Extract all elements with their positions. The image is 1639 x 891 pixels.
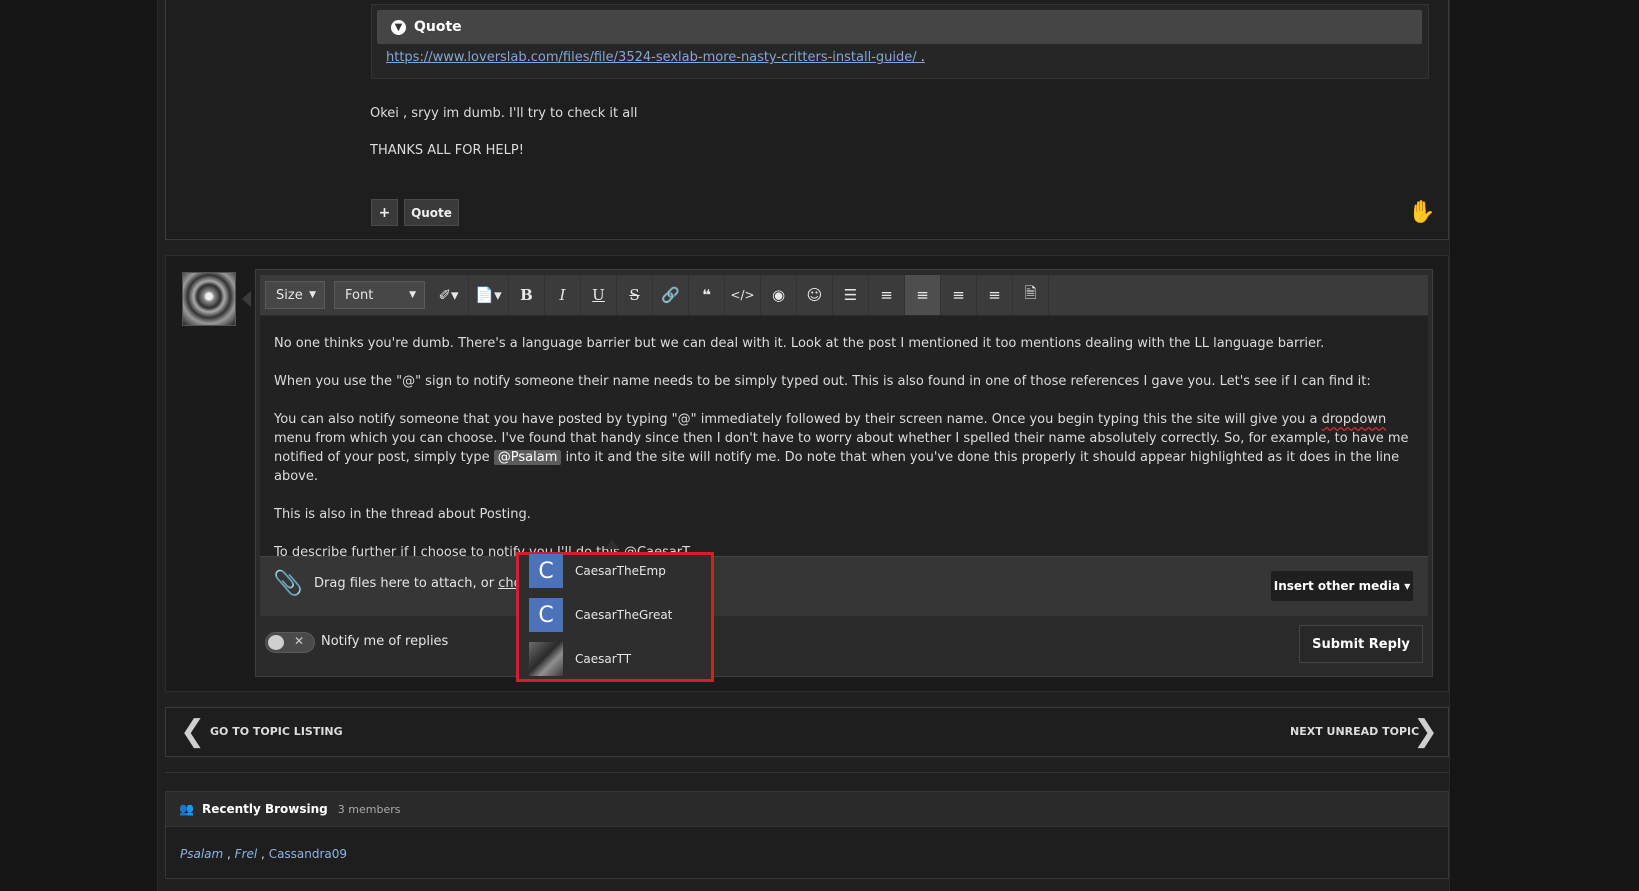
bullet-list-button[interactable]: ☰ — [833, 275, 869, 315]
numbered-list-button[interactable]: ≡ — [869, 275, 905, 315]
avatar-pointer — [242, 291, 251, 307]
post-line-2: THANKS ALL FOR HELP! — [370, 143, 524, 158]
numbered-list-icon: ≡ — [880, 286, 893, 304]
topic-nav — [165, 707, 1449, 757]
multiquote-add-button[interactable]: + — [371, 199, 398, 226]
editor-body[interactable]: No one thinks you're dumb. There's a lan… — [260, 316, 1428, 560]
size-select[interactable]: Size ▼ — [265, 281, 325, 309]
recently-browsing-title: Recently Browsing — [201, 802, 328, 816]
next-unread-topic-link[interactable]: NEXT UNREAD TOPIC — [1290, 725, 1419, 738]
chevron-left-icon[interactable]: ❮ — [180, 714, 205, 749]
attach-prompt: Drag files here to attach, or — [314, 576, 495, 591]
font-select[interactable]: Font ▼ — [334, 281, 425, 309]
user-link-psalam[interactable]: Psalam — [180, 847, 223, 861]
spellcheck-word: dropdown — [1321, 412, 1387, 427]
quote-header[interactable]: ▼ Quote — [377, 10, 1422, 44]
avatar: C — [529, 598, 563, 632]
insert-media-button[interactable]: Insert other media ▾ — [1271, 571, 1413, 601]
size-select-label: Size — [276, 287, 303, 303]
quote-link-line: https://www.loverslab.com/files/file/352… — [386, 50, 925, 65]
eye-icon: ◉ — [771, 286, 786, 304]
editor-toolbar: Size ▼ Font ▼ ✐▾ 📄▾ B I U S 🔗 ❝ </> ◉ ☺ … — [260, 275, 1428, 315]
guide-link[interactable]: https://www.loverslab.com/files/file/352… — [386, 50, 917, 65]
quote-tool-button[interactable]: ❝ — [689, 275, 725, 315]
align-right-icon: ≡ — [988, 286, 1001, 304]
toggle-knob — [268, 635, 284, 650]
recently-browsing-body — [165, 827, 1449, 879]
editor-paragraph-1: No one thinks you're dumb. There's a lan… — [274, 336, 1325, 351]
mention-option[interactable]: CaesarTT — [529, 641, 704, 677]
close-icon: ✕ — [294, 634, 305, 648]
avatar: C — [529, 554, 563, 588]
thumbs-up-icon[interactable]: ✋ — [1408, 200, 1435, 225]
mention-option[interactable]: C CaesarTheGreat — [529, 597, 704, 633]
quote-button[interactable]: Quote — [404, 199, 459, 226]
code-button[interactable]: </> — [725, 275, 761, 315]
paperclip-icon: 📎 — [273, 569, 303, 597]
post-line-1: Okei , sryy im dumb. I'll try to check i… — [370, 106, 638, 121]
emoji-button[interactable]: ☺ — [797, 275, 833, 315]
mention-option-name: CaesarTheGreat — [575, 608, 673, 622]
user-link-cassandra09[interactable]: Cassandra09 — [269, 847, 347, 861]
italic-button[interactable]: I — [545, 275, 581, 315]
font-select-label: Font — [345, 287, 374, 303]
mention-option-name: CaesarTheEmp — [575, 564, 666, 578]
align-left-icon: ≡ — [916, 286, 929, 304]
align-center-icon: ≡ — [952, 286, 965, 304]
users-icon: 👥 — [179, 802, 194, 816]
brush-icon: ✐▾ — [438, 286, 459, 304]
link-trail: . — [916, 50, 925, 65]
mention-option-name: CaesarTT — [575, 652, 632, 666]
text-color-button[interactable]: ✐▾ — [429, 275, 469, 315]
editor-paragraph-3: You can also notify someone that you hav… — [274, 410, 1414, 486]
caret-down-icon: ▼ — [409, 290, 416, 300]
recently-browsing-header: 👥 Recently Browsing 3 members — [165, 791, 1449, 827]
member-count: 3 members — [337, 802, 401, 816]
quote-header-label: Quote — [414, 19, 462, 35]
align-right-button[interactable]: ≡ — [977, 275, 1013, 315]
quote-icon: ❝ — [702, 286, 711, 304]
divider — [165, 772, 1449, 773]
editor-paragraph-4: This is also in the thread about Posting… — [274, 507, 531, 522]
page-background: ▼ Quote https://www.loverslab.com/files/… — [0, 0, 1639, 891]
chevron-down-icon: ▼ — [391, 19, 406, 35]
align-center-button[interactable]: ≡ — [941, 275, 977, 315]
strike-button[interactable]: S — [617, 275, 653, 315]
submit-reply-button[interactable]: Submit Reply — [1299, 625, 1423, 663]
underline-button[interactable]: U — [581, 275, 617, 315]
dropdown-divider — [524, 681, 710, 682]
code-icon: </> — [730, 288, 755, 302]
recently-browsing-list: Psalam , Frel , Cassandra09 — [180, 847, 348, 861]
mention-option[interactable]: C CaesarTheEmp — [529, 553, 704, 589]
go-to-topic-listing-link[interactable]: GO TO TOPIC LISTING — [210, 725, 343, 738]
bold-button[interactable]: B — [509, 275, 545, 315]
align-left-button[interactable]: ≡ — [905, 275, 941, 315]
strike-icon: S — [629, 286, 640, 304]
attach-text: Drag files here to attach, or choose — [314, 576, 544, 591]
link-icon: 🔗 — [661, 286, 680, 304]
chevron-right-icon[interactable]: ❯ — [1413, 714, 1438, 749]
underline-icon: U — [592, 286, 605, 304]
mention-chip[interactable]: @Psalam — [493, 450, 562, 465]
italic-icon: I — [559, 286, 566, 304]
spoiler-button[interactable]: ◉ — [761, 275, 797, 315]
bold-icon: B — [520, 286, 533, 304]
document-icon: 🗎 — [1024, 283, 1037, 302]
editor-paragraph-2: When you use the "@" sign to notify some… — [274, 374, 1371, 389]
dropdown-pointer — [604, 540, 620, 549]
source-button[interactable]: 🗎 — [1013, 275, 1049, 315]
caret-down-icon: ▼ — [309, 290, 316, 300]
notify-toggle[interactable]: ✕ — [265, 632, 315, 653]
p3-part-a: You can also notify someone that you hav… — [274, 412, 1318, 427]
smiley-icon: ☺ — [806, 286, 823, 304]
avatar[interactable] — [182, 272, 236, 326]
bullet-list-icon: ☰ — [843, 286, 858, 304]
paste-button[interactable]: 📄▾ — [469, 275, 509, 315]
notify-label: Notify me of replies — [321, 634, 449, 649]
clipboard-icon: 📄▾ — [475, 286, 502, 304]
avatar — [529, 642, 563, 676]
user-link-frel[interactable]: Frel — [235, 847, 258, 861]
link-button[interactable]: 🔗 — [653, 275, 689, 315]
